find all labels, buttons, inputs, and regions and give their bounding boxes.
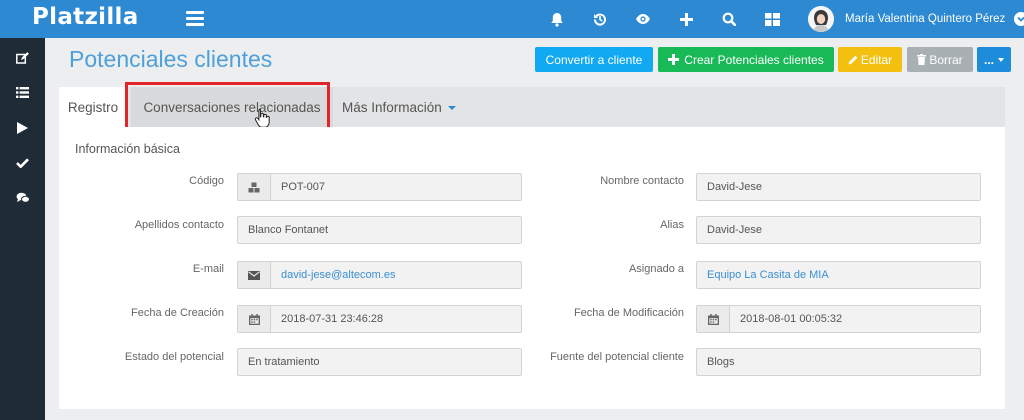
nombre-value: David-Jese: [707, 181, 763, 193]
fecha-creacion-value: 2018-07-31 23:46:28: [281, 313, 384, 325]
field-label-alias: Alias: [660, 219, 684, 231]
field-label-estado: Estado del potencial: [124, 351, 224, 363]
fuente-value: Blogs: [707, 356, 735, 368]
field-label-asignado: Asignado a: [628, 263, 684, 275]
edit-icon[interactable]: [0, 43, 45, 73]
section-title: Información básica: [75, 142, 180, 156]
user-name[interactable]: María Valentina Quintero Pérez: [845, 13, 1005, 25]
sidebar: [0, 38, 45, 420]
estado-value: En tratamiento: [248, 356, 320, 368]
tab-mas-label: Más Información: [342, 99, 442, 115]
calendar-icon: [697, 306, 730, 332]
caret-down-icon: [998, 57, 1004, 62]
more-actions-button[interactable]: ...: [977, 47, 1011, 72]
field-label-fecha-modificacion: Fecha de Modificación: [573, 307, 684, 319]
chevron-down-icon[interactable]: [1014, 12, 1024, 26]
cubes-icon: [238, 174, 271, 200]
brand-logo[interactable]: Platzilla: [32, 4, 139, 30]
caret-down-icon: [447, 106, 456, 110]
edit-button-label: Editar: [860, 52, 893, 67]
search-icon[interactable]: [718, 8, 740, 30]
apellidos-field: Blanco Fontanet: [237, 216, 522, 244]
email-link[interactable]: david-jese@altecom.es: [271, 269, 396, 281]
fecha-modificacion-field: 2018-08-01 00:05:32: [696, 305, 981, 333]
menu-toggle-icon[interactable]: [186, 11, 204, 26]
field-label-email: E-mail: [192, 263, 224, 275]
codigo-field: POT-007: [237, 173, 522, 201]
estado-field: En tratamiento: [237, 348, 522, 376]
nombre-field: David-Jese: [696, 173, 981, 201]
comments-icon[interactable]: [0, 183, 45, 213]
more-actions-label: ...: [983, 52, 994, 67]
field-label-apellidos: Apellidos contacto: [134, 219, 224, 231]
top-bar: Platzilla María Valentina Quintero Pérez: [0, 0, 1024, 38]
pencil-icon: [848, 55, 858, 65]
trash-icon: [917, 54, 927, 65]
apellidos-value: Blanco Fontanet: [248, 224, 329, 236]
convert-to-client-button[interactable]: Convertir a cliente: [535, 47, 653, 72]
convert-button-label: Convertir a cliente: [545, 52, 643, 67]
envelope-icon: [238, 262, 271, 288]
delete-button[interactable]: Borrar: [907, 47, 973, 72]
bell-icon[interactable]: [546, 8, 568, 30]
field-label-codigo: Código: [189, 175, 224, 187]
codigo-value: POT-007: [281, 181, 326, 193]
tab-registro[interactable]: Registro: [59, 87, 127, 127]
history-icon[interactable]: [589, 8, 611, 30]
check-icon[interactable]: [0, 148, 45, 178]
email-field: david-jese@altecom.es: [237, 261, 522, 289]
alias-value: David-Jese: [707, 224, 763, 236]
page-title: Potenciales clientes: [69, 46, 273, 72]
field-label-fuente: Fuente del potencial cliente: [550, 351, 684, 363]
field-label-nombre: Nombre contacto: [600, 175, 684, 187]
alias-field: David-Jese: [696, 216, 981, 244]
create-button-label: Crear Potenciales clientes: [684, 52, 824, 67]
create-lead-button[interactable]: Crear Potenciales clientes: [658, 47, 834, 72]
delete-button-label: Borrar: [929, 52, 963, 67]
fecha-modificacion-value: 2018-08-01 00:05:32: [740, 313, 843, 325]
edit-button[interactable]: Editar: [838, 47, 902, 72]
tab-mas-informacion[interactable]: Más Información: [342, 87, 456, 127]
asignado-field: Equipo La Casita de MIA: [696, 261, 981, 289]
fecha-creacion-field: 2018-07-31 23:46:28: [237, 305, 522, 333]
plus-icon[interactable]: [675, 8, 697, 30]
field-label-fecha-creacion: Fecha de Creación: [131, 307, 224, 319]
calendar-icon: [238, 306, 271, 332]
asignado-link[interactable]: Equipo La Casita de MIA: [697, 269, 829, 281]
list-icon[interactable]: [0, 77, 45, 107]
eye-icon[interactable]: [632, 8, 654, 30]
user-menu[interactable]: María Valentina Quintero Pérez: [808, 5, 1024, 33]
play-icon[interactable]: [0, 113, 45, 143]
fuente-field: Blogs: [696, 348, 981, 376]
dashboard-grid-icon[interactable]: [761, 8, 783, 30]
avatar[interactable]: [808, 6, 834, 32]
tab-registro-label: Registro: [67, 99, 119, 115]
plus-icon: [668, 54, 680, 65]
